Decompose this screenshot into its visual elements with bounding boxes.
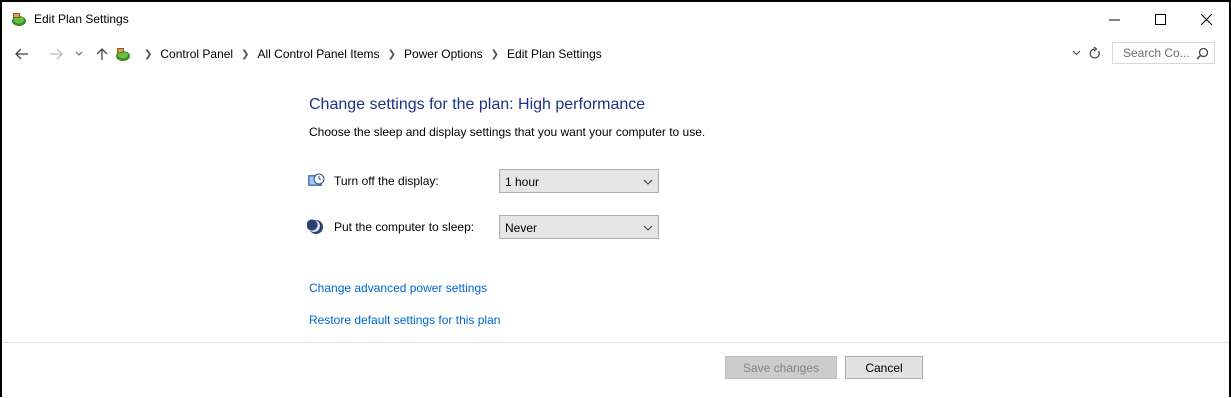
window-title: Edit Plan Settings xyxy=(34,12,129,26)
chevron-down-icon xyxy=(75,51,83,56)
forward-arrow-icon xyxy=(50,48,63,60)
breadcrumb-all-items[interactable]: All Control Panel Items xyxy=(258,47,380,61)
power-options-icon xyxy=(12,13,26,26)
chevron-down-icon xyxy=(1072,50,1080,56)
refresh-icon xyxy=(1089,46,1100,59)
breadcrumb-separator-icon: ❯ xyxy=(387,48,396,60)
address-bar[interactable]: ❯ Control Panel ❯ All Control Panel Item… xyxy=(114,43,1104,65)
display-timeout-value: 1 hour xyxy=(505,175,540,189)
up-button[interactable] xyxy=(92,44,112,64)
breadcrumb-separator-icon: ❯ xyxy=(241,48,250,60)
sleep-setting-label: Put the computer to sleep: xyxy=(334,220,475,234)
search-icon xyxy=(1196,47,1209,60)
search-input[interactable]: Search Co... xyxy=(1112,42,1215,64)
title-bar: Edit Plan Settings xyxy=(2,2,1229,36)
back-arrow-icon xyxy=(15,48,28,60)
window: Edit Plan Settings ❯ Control Panel ❯ All… xyxy=(0,0,1231,398)
save-changes-button[interactable]: Save changes xyxy=(725,356,837,379)
address-dropdown-button[interactable] xyxy=(1069,46,1083,60)
forward-button[interactable] xyxy=(46,44,66,64)
breadcrumb-separator-icon: ❯ xyxy=(490,48,500,60)
chevron-down-icon xyxy=(643,225,653,231)
up-arrow-icon xyxy=(96,48,108,60)
refresh-button[interactable] xyxy=(1086,45,1102,61)
breadcrumb-power-options[interactable]: Power Options xyxy=(404,47,483,61)
recent-locations-button[interactable] xyxy=(72,44,86,64)
breadcrumb-control-panel[interactable]: Control Panel xyxy=(160,47,233,61)
minimize-button[interactable] xyxy=(1091,2,1137,36)
page-title: Change settings for the plan: High perfo… xyxy=(309,96,646,113)
advanced-power-settings-link[interactable]: Change advanced power settings xyxy=(309,281,487,295)
cancel-button[interactable]: Cancel xyxy=(845,356,923,379)
maximize-button[interactable] xyxy=(1137,2,1183,36)
control-panel-icon xyxy=(116,48,130,61)
back-button[interactable] xyxy=(12,44,32,64)
display-timer-icon xyxy=(308,173,325,186)
footer-bar: Save changes Cancel xyxy=(2,342,1229,398)
breadcrumb-separator-icon: ❯ xyxy=(144,48,153,60)
breadcrumb-edit-plan-settings[interactable]: Edit Plan Settings xyxy=(507,47,602,61)
close-icon xyxy=(1200,13,1212,25)
chevron-down-icon xyxy=(643,179,653,185)
page-description: Choose the sleep and display settings th… xyxy=(309,125,706,139)
navigation-bar: ❯ Control Panel ❯ All Control Panel Item… xyxy=(2,40,1229,68)
display-timeout-select[interactable]: 1 hour xyxy=(499,169,659,193)
maximize-icon xyxy=(1154,13,1166,25)
sleep-moon-icon xyxy=(307,219,323,234)
display-setting-label: Turn off the display: xyxy=(334,174,439,188)
sleep-timeout-select[interactable]: Never xyxy=(499,215,659,239)
search-placeholder: Search Co... xyxy=(1123,46,1190,60)
sleep-timeout-value: Never xyxy=(505,221,538,235)
close-button[interactable] xyxy=(1183,2,1229,36)
sleep-setting-row: Put the computer to sleep: Never xyxy=(307,215,667,239)
minimize-icon xyxy=(1108,19,1120,20)
display-setting-row: Turn off the display: 1 hour xyxy=(307,169,667,193)
restore-defaults-link[interactable]: Restore default settings for this plan xyxy=(309,313,500,327)
